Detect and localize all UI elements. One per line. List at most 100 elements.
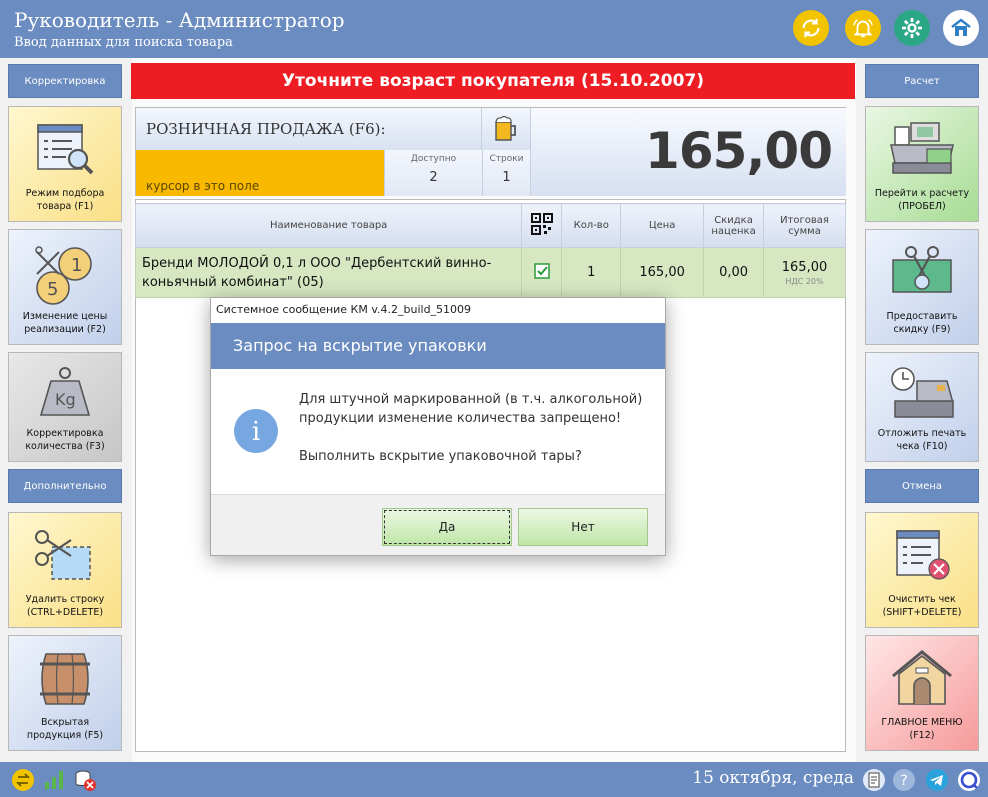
svg-text:?: ? <box>900 773 907 789</box>
table-row[interactable]: Бренди МОЛОДОЙ 0,1 л ООО "Дербентский ви… <box>134 247 846 298</box>
search-input[interactable]: курсор в это поле <box>136 150 384 196</box>
section-label-cancel: Отмена <box>865 469 979 503</box>
age-warning-banner: Уточните возраст покупателя (15.10.2007) <box>131 63 855 99</box>
tile-label: Предоставить скидку (F9) <box>886 311 958 335</box>
home-icon <box>951 18 971 36</box>
svg-text:1: 1 <box>71 255 82 276</box>
document-icon[interactable] <box>862 768 886 792</box>
column-header-name: Наименование товара <box>134 203 523 248</box>
signal-strength-icon[interactable] <box>43 768 65 790</box>
row-total-cell: 165,00 НДС 20% <box>763 247 846 298</box>
opened-products-button[interactable]: Вскрытая продукция (F5) <box>8 635 122 751</box>
settings-button[interactable] <box>894 10 930 46</box>
tile-label: ГЛАВНОЕ МЕНЮ (F12) <box>881 717 963 741</box>
barrel-icon <box>40 653 90 705</box>
qr-code-icon <box>530 213 553 235</box>
bell-icon <box>853 19 873 38</box>
total-amount: 165,00 <box>645 122 833 180</box>
total-display: 165,00 <box>530 108 846 196</box>
beer-button[interactable] <box>482 108 530 150</box>
column-header-total: Итоговая сумма <box>763 203 846 248</box>
discount-ticket-icon <box>892 246 952 293</box>
tile-label: Корректировка количества (F3) <box>25 428 105 452</box>
dialog-title: Запрос на вскрытие упаковки <box>211 323 665 369</box>
change-price-button[interactable]: 1 5 Изменение цены реализации (F2) <box>8 229 122 345</box>
tile-label: Перейти к расчету (ПРОБЕЛ) <box>874 188 970 212</box>
list-search-icon <box>37 124 94 175</box>
house-icon <box>892 650 952 705</box>
gear-icon <box>902 18 922 38</box>
dialog-message: Для штучной маркированной (в т.ч. алкого… <box>299 390 659 485</box>
clear-receipt-button[interactable]: Очистить чек (SHIFT+DELETE) <box>865 512 979 628</box>
printer-clock-icon <box>891 367 954 418</box>
search-input-placeholder: курсор в это поле <box>146 179 260 193</box>
refresh-button[interactable] <box>793 10 829 46</box>
chat-support-icon[interactable] <box>957 768 981 792</box>
app-subtitle: Ввод данных для поиска товара <box>14 35 233 50</box>
column-header-price: Цена <box>620 203 705 248</box>
row-vat: НДС 20% <box>785 276 824 286</box>
delete-row-button[interactable]: Удалить строку (CTRL+DELETE) <box>8 512 122 628</box>
dialog-caption: Системное сообщение КМ v.4.2_build_51009 <box>216 303 472 316</box>
svg-text:5: 5 <box>47 279 58 300</box>
main-menu-button[interactable]: ГЛАВНОЕ МЕНЮ (F12) <box>865 635 979 751</box>
scissors-icon <box>35 530 91 580</box>
rows-label: Строки <box>489 154 524 164</box>
beer-mug-icon <box>495 115 516 141</box>
column-header-qty: Кол-во <box>561 203 622 248</box>
column-header-discount: Скидка наценка <box>703 203 765 248</box>
clear-list-icon <box>896 530 950 580</box>
yes-button[interactable]: Да <box>382 508 512 546</box>
notifications-button[interactable] <box>845 10 881 46</box>
row-product-name: Бренди МОЛОДОЙ 0,1 л ООО "Дербентский ви… <box>134 247 523 298</box>
tile-label: Режим подбора товара (F1) <box>25 188 105 212</box>
weight-icon: Kg <box>39 367 91 416</box>
receipt-table: Наименование товара Кол-во Цена Скидка н… <box>134 203 846 298</box>
sale-title: РОЗНИЧНАЯ ПРОДАЖА (F6): <box>136 108 482 150</box>
tile-label: Отложить печать чека (F10) <box>877 428 967 452</box>
telegram-icon[interactable] <box>925 768 949 792</box>
database-warning-icon[interactable] <box>73 768 97 792</box>
checkbox-checked-icon <box>534 262 550 279</box>
dialog-message-line2: Выполнить вскрытие упаковочной тары? <box>299 449 582 464</box>
svg-text:Kg: Kg <box>55 390 76 409</box>
row-total: 165,00 <box>781 259 828 275</box>
available-stat: Доступно 2 <box>384 150 482 196</box>
product-selection-mode-button[interactable]: Режим подбора товара (F1) <box>8 106 122 222</box>
tile-label: Изменение цены реализации (F2) <box>22 311 108 335</box>
no-button[interactable]: Нет <box>518 508 648 546</box>
dialog-message-line1: Для штучной маркированной (в т.ч. алкого… <box>299 392 643 426</box>
tile-label: Удалить строку (CTRL+DELETE) <box>25 594 105 618</box>
refresh-icon <box>802 18 820 38</box>
row-price: 165,00 <box>620 247 705 298</box>
row-marked-cell <box>521 247 563 298</box>
row-qty: 1 <box>561 247 622 298</box>
correct-quantity-button[interactable]: Kg Корректировка количества (F3) <box>8 352 122 462</box>
svg-text:i: i <box>252 417 260 447</box>
go-to-payment-button[interactable]: Перейти к расчету (ПРОБЕЛ) <box>865 106 979 222</box>
sale-panel: РОЗНИЧНАЯ ПРОДАЖА (F6): курсор в это пол… <box>135 107 846 196</box>
section-label-correction: Корректировка <box>8 64 122 98</box>
app-header: Руководитель - Администратор Ввод данных… <box>0 0 988 58</box>
row-discount: 0,00 <box>703 247 765 298</box>
rows-value: 1 <box>502 170 511 185</box>
home-button[interactable] <box>943 10 979 46</box>
price-change-icon: 1 5 <box>35 246 92 305</box>
give-discount-button[interactable]: Предоставить скидку (F9) <box>865 229 979 345</box>
tile-label: Вскрытая продукция (F5) <box>26 717 104 741</box>
rows-stat: Строки 1 <box>482 150 530 196</box>
section-label-additional: Дополнительно <box>8 469 122 503</box>
available-value: 2 <box>429 170 438 185</box>
postpone-print-button[interactable]: Отложить печать чека (F10) <box>865 352 979 462</box>
cash-register-icon <box>890 122 954 174</box>
status-bar: 15 октября, среда ? <box>0 762 988 797</box>
open-package-dialog: Системное сообщение КМ v.4.2_build_51009… <box>210 297 666 556</box>
tile-label: Очистить чек (SHIFT+DELETE) <box>882 594 962 618</box>
info-icon: i <box>234 409 278 453</box>
help-icon[interactable]: ? <box>892 768 916 792</box>
column-header-qr <box>521 203 563 248</box>
app-title: Руководитель - Администратор <box>14 8 345 32</box>
exchange-status-icon[interactable] <box>11 768 35 792</box>
dialog-footer: Да Нет <box>211 494 665 555</box>
available-label: Доступно <box>410 154 457 164</box>
